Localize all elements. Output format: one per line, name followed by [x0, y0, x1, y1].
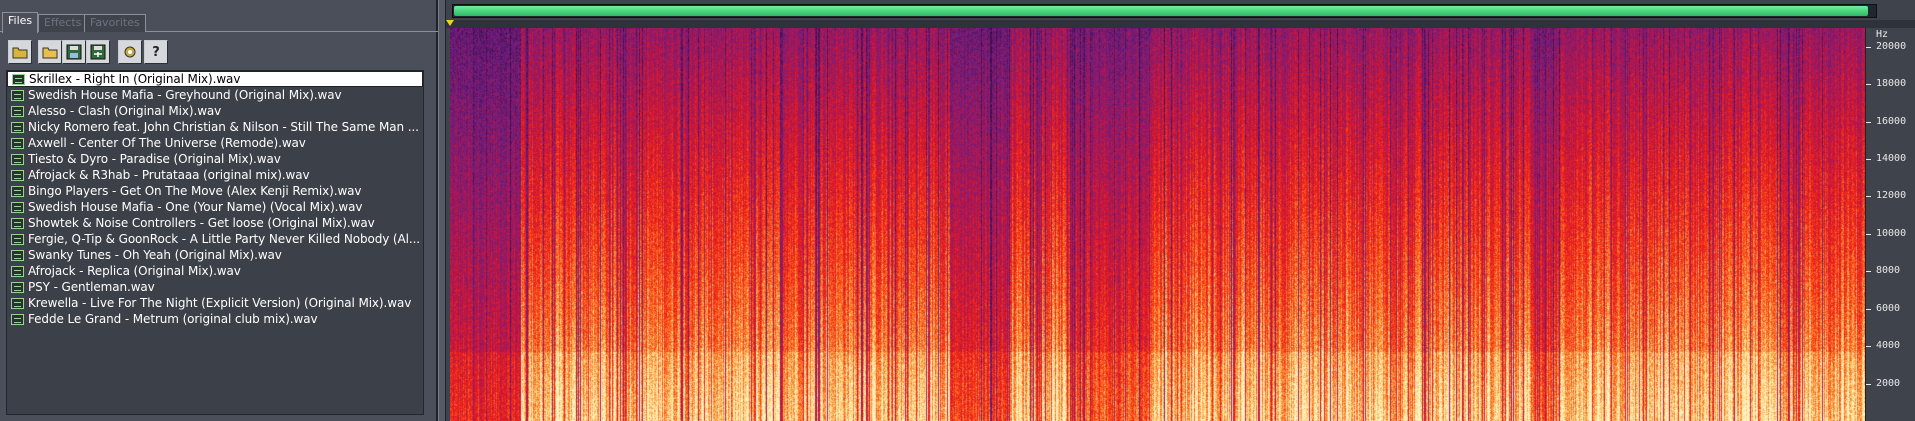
- frequency-tick: [1866, 271, 1871, 273]
- audio-file-icon: [11, 105, 24, 117]
- audio-file-icon: [11, 89, 24, 101]
- frequency-unit-label: Hz: [1876, 29, 1889, 40]
- audio-file-icon: [11, 201, 24, 213]
- spectrogram-canvas: [450, 28, 1865, 421]
- file-list-item[interactable]: Fergie, Q-Tip & GoonRock - A Little Part…: [7, 231, 423, 247]
- file-name: Tiesto & Dyro - Paradise (Original Mix).…: [28, 152, 281, 166]
- file-name: Fergie, Q-Tip & GoonRock - A Little Part…: [28, 232, 421, 246]
- frequency-tick-label: 10000: [1876, 227, 1907, 239]
- file-name: Axwell - Center Of The Universe (Remode)…: [28, 136, 306, 150]
- file-browser-panel: Files Effects Favorites ? Skrillex - Rig…: [0, 0, 438, 421]
- file-list-item[interactable]: Afrojack - Replica (Original Mix).wav: [7, 263, 423, 279]
- file-list-item[interactable]: Fedde Le Grand - Metrum (original club m…: [7, 311, 423, 327]
- audio-file-icon: [11, 185, 24, 197]
- tab-files[interactable]: Files: [2, 12, 39, 33]
- file-name: Skrillex - Right In (Original Mix).wav: [29, 72, 241, 86]
- save-as-button[interactable]: [86, 40, 110, 64]
- audio-file-icon: [11, 137, 24, 149]
- save-icon: [66, 44, 82, 60]
- file-list-item[interactable]: Axwell - Center Of The Universe (Remode)…: [7, 135, 423, 151]
- tab-effects[interactable]: Effects: [38, 14, 88, 32]
- panel-splitter[interactable]: [438, 0, 446, 421]
- tab-favorites[interactable]: Favorites: [84, 14, 146, 32]
- frequency-tick: [1866, 159, 1871, 160]
- file-list-item[interactable]: Skrillex - Right In (Original Mix).wav: [7, 71, 423, 87]
- audio-file-icon: [11, 169, 24, 181]
- frequency-tick: [1866, 383, 1871, 385]
- file-name: PSY - Gentleman.wav: [28, 280, 155, 294]
- spectrogram-view[interactable]: [450, 28, 1865, 421]
- settings-icon: [124, 46, 136, 58]
- app-window: Files Effects Favorites ? Skrillex - Rig…: [0, 0, 1915, 421]
- file-list-item[interactable]: Krewella - Live For The Night (Explicit …: [7, 295, 423, 311]
- audio-file-icon: [11, 121, 24, 133]
- audio-file-icon: [11, 153, 24, 165]
- file-name: Afrojack - Replica (Original Mix).wav: [28, 264, 241, 278]
- frequency-tick-label: 16000: [1876, 115, 1907, 127]
- help-icon: ?: [152, 44, 160, 60]
- save-button[interactable]: [62, 40, 86, 64]
- file-name: Nicky Romero feat. John Christian & Nils…: [28, 120, 419, 134]
- open-folder-icon: [12, 47, 28, 59]
- file-name: Showtek & Noise Controllers - Get loose …: [28, 216, 375, 230]
- folder-icon: [42, 47, 58, 59]
- audio-file-icon: [11, 281, 24, 293]
- frequency-tick: [1866, 84, 1871, 86]
- file-list-item[interactable]: Nicky Romero feat. John Christian & Nils…: [7, 119, 423, 135]
- file-list-item[interactable]: Tiesto & Dyro - Paradise (Original Mix).…: [7, 151, 423, 167]
- file-list-item[interactable]: Afrojack & R3hab - Prutataaa (original m…: [7, 167, 423, 183]
- folder-button[interactable]: [38, 40, 62, 64]
- audio-file-icon: [11, 313, 24, 325]
- file-list-item[interactable]: Swedish House Mafia - Greyhound (Origina…: [7, 87, 423, 103]
- frequency-tick: [1866, 46, 1871, 48]
- tab-bar: Files Effects Favorites: [0, 12, 438, 33]
- progress-fill: [454, 6, 1868, 16]
- frequency-tick: [1866, 308, 1871, 310]
- file-list-item[interactable]: Alesso - Clash (Original Mix).wav: [7, 103, 423, 119]
- file-name: Krewella - Live For The Night (Explicit …: [28, 296, 412, 310]
- frequency-tick-label: 4000: [1876, 340, 1901, 352]
- playhead-marker-icon[interactable]: [446, 20, 454, 26]
- frequency-tick-label: 14000: [1876, 153, 1907, 164]
- audio-file-icon: [11, 233, 24, 245]
- frequency-tick: [1866, 196, 1871, 198]
- frequency-tick: [1866, 233, 1871, 235]
- file-name: Swedish House Mafia - Greyhound (Origina…: [28, 88, 342, 102]
- audio-file-icon: [12, 73, 25, 85]
- frequency-axis: Hz 20000 18000 16000 14000 12000 10000 8000 600…: [1865, 28, 1915, 421]
- open-folder-button[interactable]: [8, 40, 32, 64]
- frequency-tick-label: 18000: [1876, 78, 1907, 90]
- audio-file-icon: [11, 297, 24, 309]
- help-button[interactable]: ?: [144, 40, 168, 64]
- audio-file-icon: [11, 217, 24, 229]
- file-name: Alesso - Clash (Original Mix).wav: [28, 104, 222, 118]
- file-name: Swedish House Mafia - One (Your Name) (V…: [28, 200, 363, 214]
- frequency-tick-label: 12000: [1876, 190, 1907, 202]
- file-list-item[interactable]: Swanky Tunes - Oh Yeah (Original Mix).wa…: [7, 247, 423, 263]
- toolbar: ?: [6, 40, 436, 66]
- position-ruler[interactable]: [446, 20, 1915, 28]
- file-list-item[interactable]: Showtek & Noise Controllers - Get loose …: [7, 215, 423, 231]
- frequency-tick-label: 6000: [1876, 302, 1901, 314]
- file-name: Afrojack & R3hab - Prutataaa (original m…: [28, 168, 310, 182]
- frequency-tick-label: 8000: [1876, 265, 1901, 277]
- file-list-item[interactable]: Bingo Players - Get On The Move (Alex Ke…: [7, 183, 423, 199]
- frequency-tick-label: 20000: [1876, 40, 1907, 52]
- spectrogram-panel: Hz 20000 18000 16000 14000 12000 10000 8000 600…: [446, 0, 1915, 421]
- frequency-tick: [1866, 121, 1871, 123]
- audio-file-icon: [11, 265, 24, 277]
- save-as-icon: [90, 44, 106, 60]
- file-list-item[interactable]: PSY - Gentleman.wav: [7, 279, 423, 295]
- playback-progress-bar[interactable]: [452, 4, 1877, 18]
- file-name: Bingo Players - Get On The Move (Alex Ke…: [28, 184, 362, 198]
- file-list-item[interactable]: Swedish House Mafia - One (Your Name) (V…: [7, 199, 423, 215]
- file-name: Fedde Le Grand - Metrum (original club m…: [28, 312, 318, 326]
- audio-file-icon: [11, 249, 24, 261]
- file-name: Swanky Tunes - Oh Yeah (Original Mix).wa…: [28, 248, 282, 262]
- file-list[interactable]: Skrillex - Right In (Original Mix).wav Sw…: [6, 70, 424, 415]
- settings-button[interactable]: [118, 40, 142, 64]
- frequency-tick-label: 2000: [1876, 377, 1901, 389]
- frequency-tick: [1866, 346, 1871, 348]
